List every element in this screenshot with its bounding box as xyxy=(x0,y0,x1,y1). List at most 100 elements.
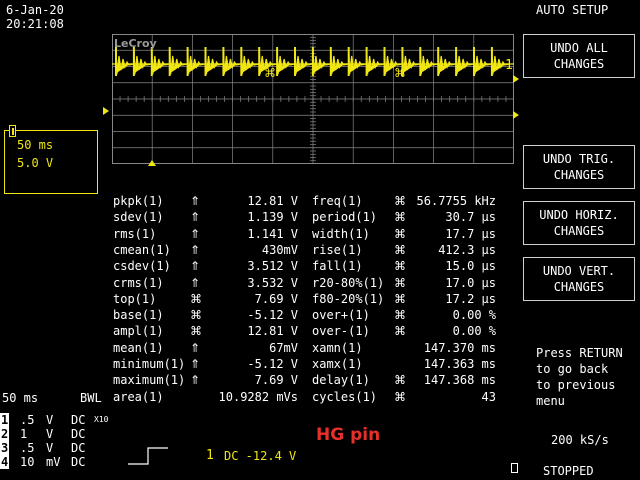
measurement-label: width(1) xyxy=(312,226,370,241)
channel-number: 3 xyxy=(0,441,10,455)
measurement-label: mean(1) xyxy=(113,340,164,355)
measurement-value: 0.00 % xyxy=(452,308,496,323)
button-label-line1: UNDO ALL xyxy=(550,41,608,55)
measurement-value: 56.7755 kHz xyxy=(416,194,496,208)
measurement-label: r20-80%(1) xyxy=(312,275,385,290)
measurement-status-icon: ⇑ xyxy=(190,226,201,241)
help-line: menu xyxy=(536,394,565,408)
waveform-pulse xyxy=(169,47,188,75)
lecroy-logo: LeCroy xyxy=(114,37,157,50)
channel-scale: 1 xyxy=(20,427,28,441)
button-label-line2: CHANGES xyxy=(553,168,605,182)
channel-number: 1 xyxy=(0,413,10,427)
waveform-grid: ⌘ ⌘ LeCroy 1 xyxy=(112,34,514,164)
measurement-label: area(1) xyxy=(113,389,164,404)
undo-horiz-changes-button[interactable]: UNDO HORIZ. CHANGES xyxy=(523,201,635,245)
waveform-pulse xyxy=(187,47,206,75)
trigger-level-arrow-icon xyxy=(513,111,519,119)
sample-rate: 200 kS/s xyxy=(551,433,609,447)
channel-unit: V xyxy=(46,441,54,455)
trace-timebase: 50 ms xyxy=(17,138,54,152)
measurement-status-icon: ⇑ xyxy=(190,242,201,257)
measurement-label: freq(1) xyxy=(312,194,363,208)
measurement-label: pkpk(1) xyxy=(113,194,164,208)
measurement-value: -5.12 V xyxy=(247,357,298,371)
button-label-line2: CHANGES xyxy=(553,224,605,238)
waveform-pulse xyxy=(204,47,224,75)
measurement-value: 3.512 V xyxy=(247,259,298,274)
measurement-label: csdev(1) xyxy=(113,259,171,274)
help-line: to go back xyxy=(536,362,609,376)
measurement-value: 7.69 V xyxy=(254,291,298,306)
measurement-label: top(1) xyxy=(113,291,157,306)
trace-volts: 5.0 V xyxy=(17,156,54,170)
time-label: 20:21:08 xyxy=(6,17,64,31)
measurement-value: 17.0 μs xyxy=(445,275,496,290)
measurement-label: ampl(1) xyxy=(113,324,164,339)
measurement-value: 147.363 ms xyxy=(423,357,496,371)
undo-trig-changes-button[interactable]: UNDO TRIG. CHANGES xyxy=(523,145,635,189)
measurement-label: sdev(1) xyxy=(113,210,164,225)
trace-info-box[interactable]: 50 ms 5.0 V xyxy=(4,125,98,194)
right-arrows xyxy=(513,75,519,119)
measurement-value: 1.139 V xyxy=(247,210,298,225)
measurement-marker-icon: ⌘ xyxy=(394,66,406,80)
measurement-status-icon: ⇑ xyxy=(190,373,201,388)
hg-pin-annotation: HG pin xyxy=(316,425,381,445)
undo-all-changes-button[interactable]: UNDO ALL CHANGES xyxy=(523,34,635,78)
measurement-status-icon: ⇑ xyxy=(190,210,201,225)
measurement-value: 67mV xyxy=(269,340,298,355)
measurement-value: -5.12 V xyxy=(247,308,298,323)
waveform-pulse xyxy=(473,47,493,75)
measurement-status-icon: ⇑ xyxy=(190,194,201,208)
bwl-label: BWL xyxy=(80,391,102,405)
channel-unit: mV xyxy=(46,455,61,469)
measurement-value: 17.2 μs xyxy=(445,291,496,306)
measurement-value: 3.532 V xyxy=(247,275,298,290)
measurement-status-icon: ⇑ xyxy=(190,275,201,290)
measurement-value: 430mV xyxy=(261,242,298,257)
button-label-line2: CHANGES xyxy=(553,57,605,71)
channel-unit: V xyxy=(46,427,54,441)
waveform-pulse xyxy=(240,47,260,75)
channel1-marker: 1 xyxy=(505,58,513,73)
channel-probe: X10 xyxy=(94,415,109,424)
measurement-label: xamn(1) xyxy=(312,340,363,355)
channel-scale: .5 xyxy=(20,413,35,427)
trace-flag-icon xyxy=(9,125,16,137)
undo-vert-changes-button[interactable]: UNDO VERT. CHANGES xyxy=(523,257,635,301)
channel-coupling: DC xyxy=(71,427,86,441)
measurement-label: xamx(1) xyxy=(312,357,363,371)
menu-title: AUTO SETUP xyxy=(536,3,609,17)
measurement-value: 30.7 μs xyxy=(445,210,496,225)
waveform-pulse xyxy=(419,47,439,75)
trigger-edge-icon xyxy=(128,447,168,465)
waveform-pulse xyxy=(276,47,296,75)
channel-number: 4 xyxy=(0,455,10,469)
measurement-label: delay(1) xyxy=(312,373,370,388)
measurement-value: 10.9282 mVs xyxy=(218,389,298,404)
waveform-pulse xyxy=(366,47,385,75)
measurement-label: f80-20%(1) xyxy=(312,291,385,306)
waveform-pulse xyxy=(330,47,349,75)
measurement-status-icon: ⇑ xyxy=(190,340,201,355)
acquisition-indicator-icon xyxy=(511,463,518,473)
help-text: Press RETURN to go back to previous menu xyxy=(536,345,623,409)
measurement-value: 7.69 V xyxy=(254,373,298,388)
measurement-value: 15.0 μs xyxy=(445,259,496,274)
channel1-trace: ⌘ ⌘ xyxy=(112,47,514,80)
ch1-offset-arrow-icon xyxy=(103,107,109,115)
bottom-timebase: 50 ms xyxy=(2,391,39,405)
waveform-pulse xyxy=(455,47,475,75)
measurement-value: 147.368 ms xyxy=(423,373,496,388)
button-label-line1: UNDO TRIG. xyxy=(542,152,616,166)
trigger-coupling-level: DC -12.4 V xyxy=(224,449,297,463)
measurement-marker-icon: ⌘ xyxy=(264,66,276,80)
measurement-value: 12.81 V xyxy=(247,324,298,339)
measurement-value: 12.81 V xyxy=(247,194,298,208)
waveform-pulse xyxy=(115,47,135,75)
measurement-status-icon: ⇑ xyxy=(190,357,201,371)
waveform-pulse xyxy=(437,47,457,75)
measurement-label: crms(1) xyxy=(113,275,164,290)
channel-coupling: DC xyxy=(71,455,86,469)
